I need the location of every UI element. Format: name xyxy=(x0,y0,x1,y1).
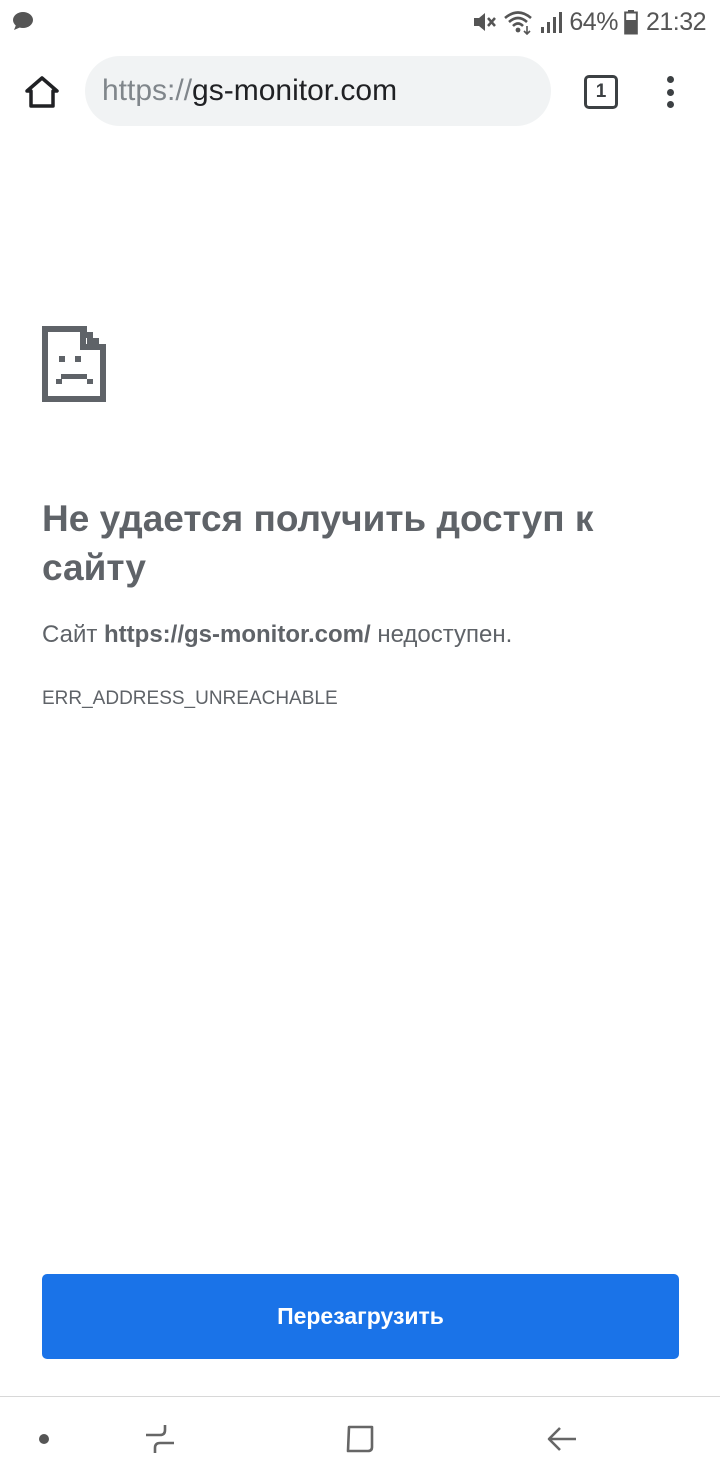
reload-button-label: Перезагрузить xyxy=(277,1303,444,1329)
reload-button[interactable]: Перезагрузить xyxy=(42,1274,679,1359)
back-arrow-icon[interactable] xyxy=(540,1397,584,1481)
battery-percent: 64% xyxy=(569,7,618,36)
url-text[interactable]: https://gs-monitor.com xyxy=(102,74,397,108)
status-bar: 64% 21:32 xyxy=(0,0,720,44)
error-desc-url: https://gs-monitor.com/ xyxy=(104,621,371,648)
tab-switcher-button[interactable]: 1 xyxy=(584,75,618,109)
error-desc-prefix: Сайт xyxy=(42,621,105,648)
address-bar[interactable]: https://gs-monitor.com xyxy=(85,56,551,126)
error-description: Сайт https://gs-monitor.com/ недоступен. xyxy=(42,621,512,649)
url-scheme: https:// xyxy=(102,74,193,107)
clock: 21:32 xyxy=(645,7,707,36)
mute-icon xyxy=(471,9,497,35)
battery-icon xyxy=(624,9,638,35)
wifi-icon xyxy=(503,9,533,35)
home-button[interactable] xyxy=(18,68,66,116)
system-nav-bar xyxy=(0,1396,720,1481)
tab-count: 1 xyxy=(595,81,607,102)
url-host: gs-monitor.com xyxy=(192,74,398,107)
home-square-icon[interactable] xyxy=(338,1397,382,1481)
more-vert-icon[interactable] xyxy=(650,72,690,112)
sad-document-icon xyxy=(42,326,106,407)
error-title: Не удается получить доступ к сайту xyxy=(42,498,594,588)
signal-icon xyxy=(539,9,563,35)
browser-toolbar: https://gs-monitor.com 1 xyxy=(0,44,720,140)
message-bubble-icon xyxy=(12,11,34,36)
error-desc-suffix: недоступен. xyxy=(370,621,513,648)
recents-icon[interactable] xyxy=(138,1397,182,1481)
home-icon xyxy=(25,76,59,108)
dot-icon[interactable] xyxy=(24,1397,64,1481)
error-code: ERR_ADDRESS_UNREACHABLE xyxy=(42,688,338,709)
